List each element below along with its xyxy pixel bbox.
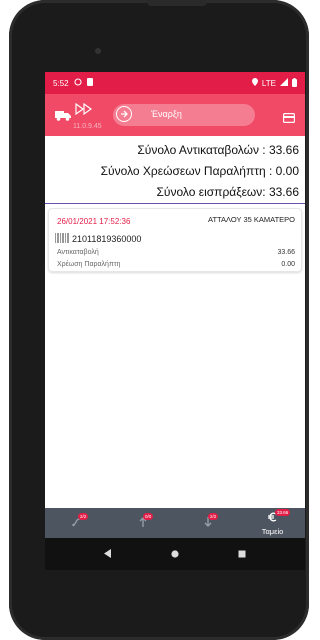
recents-icon[interactable] — [238, 545, 246, 563]
receipts-total: Σύνολο εισπράξεων: 33.66 — [156, 185, 299, 199]
item-date: 26/01/2021 17:52:36 — [57, 217, 131, 226]
item-barcode: 21011819360000 — [72, 234, 142, 244]
cashier-badge: 33.66 — [275, 509, 291, 516]
cod-total: Σύνολο Αντικαταβολών : 33.66 — [137, 143, 299, 157]
back-icon[interactable] — [104, 545, 112, 563]
arrow-right-circle-icon — [116, 106, 132, 122]
totals-panel: Σύνολο Αντικαταβολών : 33.66 Σύνολο Χρεώ… — [45, 136, 305, 204]
whatsapp-icon — [74, 78, 82, 88]
app-bar: 11.0.9.45 Έναρξη — [45, 94, 305, 136]
location-icon — [251, 78, 258, 88]
item-address: ΑΤΤΑΛΟΥ 35 ΚΑΜΑΤΕΡΟ — [208, 215, 295, 224]
status-time: 5:52 — [53, 78, 69, 88]
home-icon[interactable] — [171, 545, 179, 563]
routes-badge: 2/2 — [78, 513, 89, 520]
barcode-icon — [55, 230, 69, 248]
nav-tab-cashier[interactable]: 33.66 Ταμείο — [240, 508, 305, 538]
recipient-charge-value: 0.00 — [281, 261, 295, 268]
truck-icon[interactable] — [55, 108, 71, 126]
front-camera — [95, 48, 101, 54]
nav-tab-deliveries[interactable]: 2/2 — [175, 508, 240, 538]
app-screen: 5:52 LTE 11.0.9.45 Έναρξη Σύνολο Αντικατ… — [45, 72, 305, 570]
phone-frame: 5:52 LTE 11.0.9.45 Έναρξη Σύνολο Αντικατ… — [9, 0, 309, 640]
system-nav-bar — [45, 538, 305, 570]
signal-icon — [280, 78, 288, 88]
battery-icon — [292, 77, 297, 89]
barcode-row: 21011819360000 — [55, 230, 141, 248]
pickups-badge: 0/0 — [143, 513, 154, 520]
nav-tab-routes[interactable]: 2/2 — [45, 508, 110, 538]
recipient-charge-label: Χρέωση Παραλήπτη — [57, 261, 121, 268]
cod-value: 33.66 — [277, 249, 295, 256]
cashier-label: Ταμείο — [261, 527, 284, 536]
bottom-nav: 2/2 0/0 2/2 33.66 Ταμείο — [45, 508, 305, 538]
sim-icon — [86, 78, 93, 88]
speaker — [147, 0, 207, 6]
nav-tab-pickups[interactable]: 0/0 — [110, 508, 175, 538]
cod-label: Αντικαταβολή — [57, 249, 99, 256]
fast-forward-icon[interactable] — [75, 102, 93, 120]
status-bar: 5:52 LTE — [45, 72, 305, 94]
app-version: 11.0.9.45 — [73, 123, 102, 130]
network-type: LTE — [261, 78, 276, 88]
list-item[interactable]: 26/01/2021 17:52:36 ΑΤΤΑΛΟΥ 35 ΚΑΜΑΤΕΡΟ … — [48, 208, 302, 272]
deliveries-badge: 2/2 — [208, 513, 219, 520]
credit-card-icon[interactable] — [283, 110, 296, 128]
recipient-charges-total: Σύνολο Χρεώσεων Παραλήπτη : 0.00 — [100, 164, 299, 178]
start-button[interactable]: Έναρξη — [113, 104, 255, 126]
start-button-label: Έναρξη — [151, 109, 182, 119]
